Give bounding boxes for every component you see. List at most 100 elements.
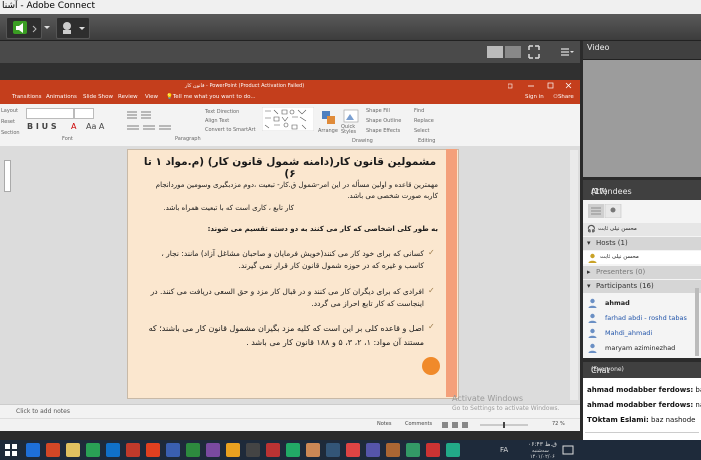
replace-button[interactable]: Replace <box>414 118 434 124</box>
chrome-icon[interactable] <box>86 443 100 457</box>
onenote-icon[interactable] <box>206 443 220 457</box>
connect-toolbar <box>0 14 701 41</box>
thumbnail-scrollbar[interactable] <box>4 160 11 192</box>
share-pod-header <box>0 41 580 64</box>
participant-name: maryam aziminezhad <box>605 344 676 352</box>
input-language[interactable]: FA <box>500 446 508 454</box>
internet-explorer-icon[interactable] <box>26 443 40 457</box>
presenter-row[interactable]: 🎧 محسن نیلی ثابت <box>583 223 701 236</box>
app-icon-10[interactable] <box>406 443 420 457</box>
app-icon-5[interactable] <box>306 443 320 457</box>
host-row[interactable]: محسن نیلی ثابت <box>583 251 701 264</box>
file-explorer-icon[interactable] <box>66 443 80 457</box>
tab-slide-show[interactable]: Slide Show <box>83 94 113 100</box>
arrange-icon[interactable] <box>318 108 340 130</box>
font-name-dropdown[interactable] <box>26 108 74 119</box>
app-icon-11[interactable] <box>426 443 440 457</box>
notification-icon[interactable] <box>562 444 574 456</box>
tab-view[interactable]: View <box>145 94 158 100</box>
find-button[interactable]: Find <box>414 108 424 114</box>
speaker-icon <box>13 21 37 34</box>
webcam-button[interactable] <box>56 17 90 39</box>
attendees-scrollbar[interactable] <box>695 288 699 356</box>
tab-review[interactable]: Review <box>118 94 138 100</box>
group-participants[interactable]: ▾ Participants (16) <box>583 280 701 293</box>
participant-row[interactable]: ahmad <box>583 296 701 309</box>
layout-button[interactable]: Layout <box>1 108 18 114</box>
text-direction-button[interactable]: Text Direction <box>205 109 239 115</box>
app-icon-12[interactable] <box>446 443 460 457</box>
zoom-slider[interactable] <box>440 420 540 430</box>
notes-toggle[interactable]: Notes <box>377 421 391 427</box>
font-size-dropdown[interactable] <box>74 108 94 119</box>
ribbon-tabs: Transitions Animations Slide Show Review… <box>0 92 580 104</box>
shape-fill-button[interactable]: Shape Fill <box>366 108 390 114</box>
font-format-icons[interactable]: B I U S A Aa A <box>26 120 121 132</box>
quick-styles-button[interactable]: Quick Styles <box>341 125 363 135</box>
group-label-editing: Editing <box>418 138 436 144</box>
slide-decor-stripe <box>446 149 457 397</box>
participant-row[interactable]: maryam aziminezhad <box>583 341 701 354</box>
group-hosts[interactable]: ▾ Hosts (1) <box>583 237 701 250</box>
lightbulb-icon: 💡 <box>166 94 173 100</box>
comments-toggle[interactable]: Comments <box>405 421 432 427</box>
participant-name: ahmad <box>605 299 630 307</box>
windows-start-icon[interactable] <box>4 443 18 457</box>
share-button[interactable]: ⚇Share <box>553 94 574 100</box>
powerpoint-taskbar-icon[interactable] <box>46 443 60 457</box>
clock-time[interactable]: ق.ظ ۰۶:۴۳ <box>528 441 557 448</box>
shape-effects-button[interactable]: Shape Effects <box>366 128 400 134</box>
app-icon-4[interactable] <box>286 443 300 457</box>
convert-smartart-button[interactable]: Convert to SmartArt <box>205 127 256 133</box>
app-icon-3[interactable] <box>266 443 280 457</box>
zoom-level[interactable]: 72 % <box>552 421 565 427</box>
app-icon-9[interactable] <box>386 443 400 457</box>
arrange-button[interactable]: Arrange <box>318 128 338 134</box>
app-icon-8[interactable] <box>366 443 380 457</box>
menu-icon[interactable] <box>560 45 574 59</box>
fullscreen-icon[interactable] <box>528 45 540 59</box>
chat-message: ahmad modabber ferdows: na <box>587 401 701 409</box>
select-button[interactable]: Select <box>414 128 429 134</box>
app-icon-1[interactable] <box>226 443 240 457</box>
speaker-button[interactable] <box>6 17 42 39</box>
shape-outline-button[interactable]: Shape Outline <box>366 118 401 124</box>
webcam-icon <box>63 22 85 34</box>
tab-transitions[interactable]: Transitions <box>12 94 41 100</box>
adobe-icon[interactable] <box>126 443 140 457</box>
app-icon-2[interactable] <box>246 443 260 457</box>
paragraph-icons[interactable] <box>125 109 185 135</box>
outlook-icon[interactable] <box>106 443 120 457</box>
speaker-dropdown[interactable] <box>44 17 50 37</box>
view-toggle-icon[interactable] <box>588 204 622 218</box>
group-presenters[interactable]: ▸ Presenters (0) <box>583 266 701 279</box>
window-controls-icon[interactable] <box>508 82 578 90</box>
participant-row[interactable]: farhad abdi - roshd tabas <box>583 311 701 324</box>
ribbon: Layout Reset Section B I U S A Aa A Font… <box>0 104 580 147</box>
layout-toggle-icon[interactable] <box>487 45 523 59</box>
activate-windows-title: Activate Windows <box>452 394 524 403</box>
ppt-status-bar: Notes Comments 72 % <box>0 418 580 431</box>
tab-animations[interactable]: Animations <box>46 94 77 100</box>
bullet-check-icon: ✓ <box>428 248 435 257</box>
powerpoint-title: قانون کار - PowerPoint (Product Activati… <box>185 83 305 89</box>
media-player-icon[interactable] <box>146 443 160 457</box>
participant-user-icon <box>588 298 597 308</box>
video-pod <box>583 60 701 177</box>
tell-me-search[interactable]: 💡Tell me what you want to do... <box>166 94 256 100</box>
excel-icon[interactable] <box>186 443 200 457</box>
reset-button[interactable]: Reset <box>1 119 15 125</box>
app-icon-7[interactable] <box>346 443 360 457</box>
attendees-pod-header: Attendees (17) <box>583 180 701 201</box>
app-icon-6[interactable] <box>326 443 340 457</box>
shapes-gallery-icon[interactable] <box>262 107 314 131</box>
activate-windows-subtitle: Go to Settings to activate Windows. <box>452 405 560 412</box>
participant-row[interactable]: Mahdi_ahmadi <box>583 326 701 339</box>
slide-bullet-1: کسانی که برای خود کار می کنند(خویش فرمای… <box>161 249 424 270</box>
slide-paragraph-1b: کار تابع ، کاری است که با تبعیت همراه با… <box>163 204 294 212</box>
sign-in-link[interactable]: Sign in <box>525 94 544 100</box>
section-button[interactable]: Section <box>1 130 20 136</box>
align-text-button[interactable]: Align Text <box>205 118 229 124</box>
word-icon[interactable] <box>166 443 180 457</box>
vertical-scrollbar[interactable] <box>570 150 578 400</box>
